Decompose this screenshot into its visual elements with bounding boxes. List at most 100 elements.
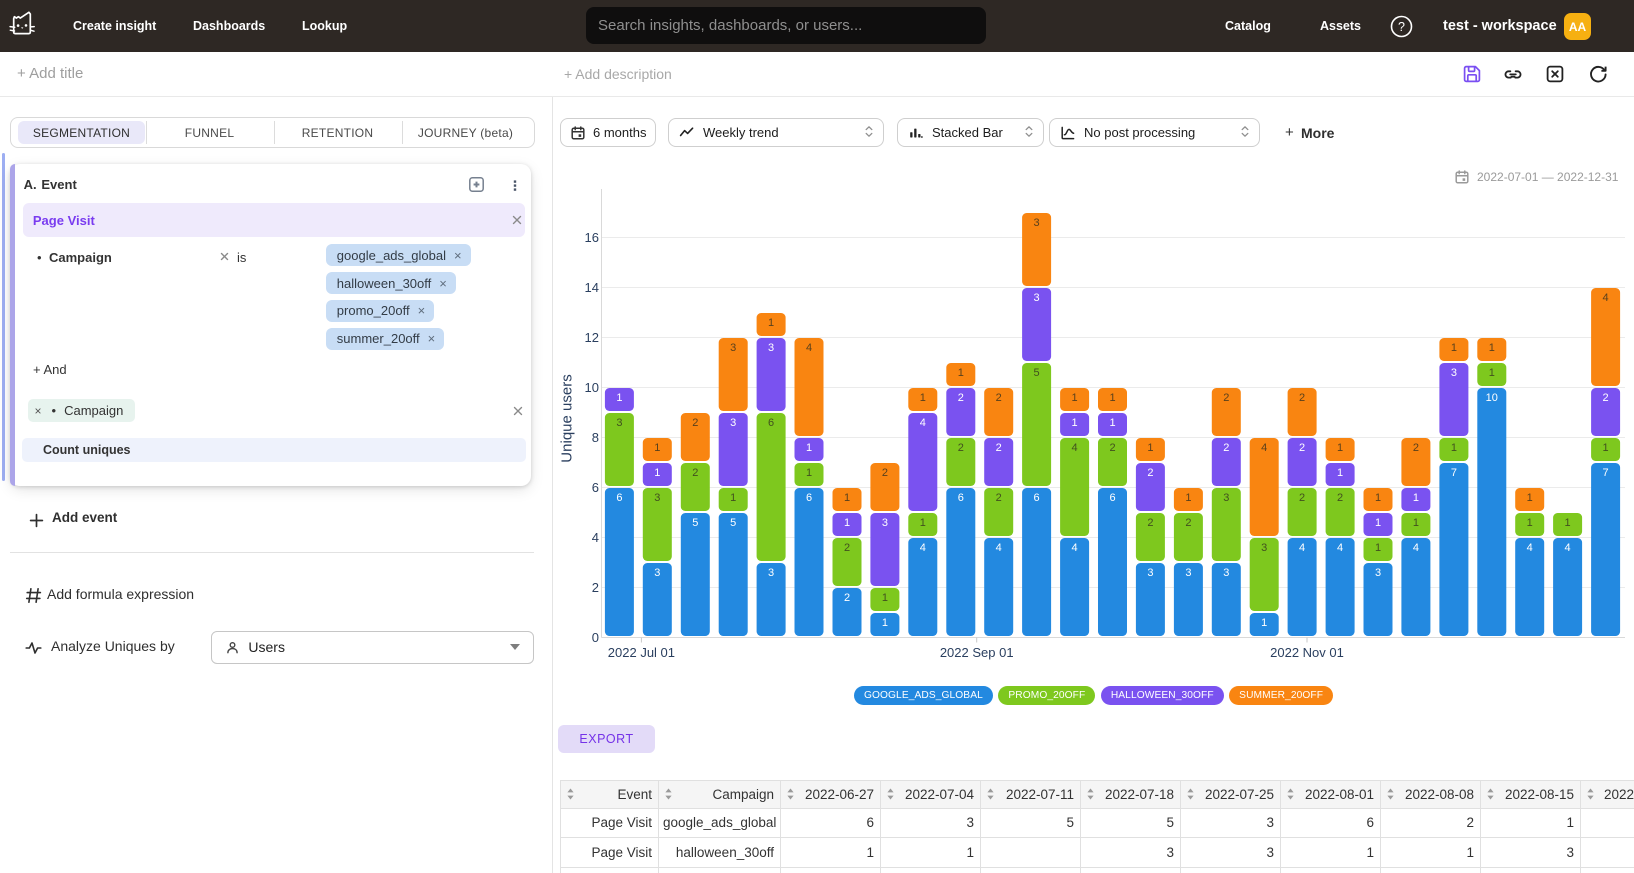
svg-text:1: 1 xyxy=(1072,392,1078,404)
svg-text:4: 4 xyxy=(592,530,599,545)
svg-text:1: 1 xyxy=(1375,517,1381,529)
svg-text:1: 1 xyxy=(1489,367,1495,379)
svg-text:2: 2 xyxy=(1223,392,1229,404)
svg-text:4: 4 xyxy=(1337,542,1343,554)
svg-text:3: 3 xyxy=(1223,492,1229,504)
svg-text:12: 12 xyxy=(585,330,599,345)
svg-text:1: 1 xyxy=(882,617,888,629)
svg-text:2: 2 xyxy=(996,442,1002,454)
svg-text:3: 3 xyxy=(1185,567,1191,579)
svg-text:10: 10 xyxy=(1486,392,1498,404)
svg-text:4: 4 xyxy=(1603,292,1609,304)
svg-text:4: 4 xyxy=(806,342,812,354)
svg-text:1: 1 xyxy=(1109,392,1115,404)
svg-text:1: 1 xyxy=(958,367,964,379)
svg-text:2: 2 xyxy=(996,492,1002,504)
svg-text:3: 3 xyxy=(654,492,660,504)
svg-text:1: 1 xyxy=(844,492,850,504)
svg-text:4: 4 xyxy=(1413,542,1419,554)
svg-text:2022 Jul 01: 2022 Jul 01 xyxy=(608,645,675,660)
svg-text:?: ? xyxy=(1398,20,1405,34)
svg-text:7: 7 xyxy=(1603,467,1609,479)
svg-text:3: 3 xyxy=(1147,567,1153,579)
svg-text:1: 1 xyxy=(844,517,850,529)
svg-text:1: 1 xyxy=(1413,492,1419,504)
svg-text:1: 1 xyxy=(1489,342,1495,354)
svg-text:6: 6 xyxy=(806,492,812,504)
svg-text:1: 1 xyxy=(730,492,736,504)
svg-text:2: 2 xyxy=(692,467,698,479)
svg-text:1: 1 xyxy=(806,467,812,479)
svg-text:5: 5 xyxy=(692,517,698,529)
svg-text:6: 6 xyxy=(1034,492,1040,504)
svg-text:1: 1 xyxy=(1337,467,1343,479)
svg-text:2: 2 xyxy=(592,580,599,595)
svg-text:2: 2 xyxy=(1299,492,1305,504)
svg-text:3: 3 xyxy=(1223,567,1229,579)
svg-text:6: 6 xyxy=(768,417,774,429)
svg-text:Unique users: Unique users xyxy=(559,374,576,462)
svg-text:1: 1 xyxy=(768,317,774,329)
svg-text:2: 2 xyxy=(1147,467,1153,479)
svg-text:1: 1 xyxy=(1603,442,1609,454)
svg-text:1: 1 xyxy=(920,392,926,404)
svg-text:2: 2 xyxy=(1185,517,1191,529)
svg-text:2: 2 xyxy=(1603,392,1609,404)
svg-text:1: 1 xyxy=(1565,517,1571,529)
svg-text:16: 16 xyxy=(585,230,599,245)
svg-text:1: 1 xyxy=(1185,492,1191,504)
svg-text:3: 3 xyxy=(730,342,736,354)
svg-text:4: 4 xyxy=(1261,442,1267,454)
svg-text:14: 14 xyxy=(585,280,599,295)
svg-text:1: 1 xyxy=(920,517,926,529)
svg-text:4: 4 xyxy=(920,417,926,429)
svg-text:4: 4 xyxy=(1072,542,1078,554)
svg-text:6: 6 xyxy=(592,480,599,495)
svg-text:3: 3 xyxy=(730,417,736,429)
svg-text:0: 0 xyxy=(592,630,599,645)
svg-text:1: 1 xyxy=(1413,517,1419,529)
svg-text:1: 1 xyxy=(1261,617,1267,629)
svg-text:2: 2 xyxy=(996,392,1002,404)
svg-text:1: 1 xyxy=(1147,442,1153,454)
svg-text:3: 3 xyxy=(1034,217,1040,229)
svg-text:1: 1 xyxy=(806,442,812,454)
svg-text:1: 1 xyxy=(1109,417,1115,429)
svg-text:5: 5 xyxy=(1034,367,1040,379)
svg-text:1: 1 xyxy=(616,392,622,404)
svg-text:2: 2 xyxy=(1109,442,1115,454)
svg-text:2: 2 xyxy=(844,592,850,604)
svg-text:2: 2 xyxy=(1299,392,1305,404)
svg-text:2: 2 xyxy=(882,467,888,479)
svg-text:4: 4 xyxy=(1072,442,1078,454)
svg-text:3: 3 xyxy=(768,567,774,579)
svg-text:3: 3 xyxy=(768,342,774,354)
svg-text:4: 4 xyxy=(1565,542,1571,554)
svg-text:1: 1 xyxy=(882,592,888,604)
svg-text:2: 2 xyxy=(1337,492,1343,504)
svg-text:1: 1 xyxy=(1451,342,1457,354)
svg-text:2022 Sep 01: 2022 Sep 01 xyxy=(940,645,1014,660)
svg-text:3: 3 xyxy=(1375,567,1381,579)
svg-text:1: 1 xyxy=(654,442,660,454)
svg-text:3: 3 xyxy=(882,517,888,529)
svg-text:4: 4 xyxy=(996,542,1002,554)
svg-text:1: 1 xyxy=(1072,417,1078,429)
svg-text:1: 1 xyxy=(1375,542,1381,554)
svg-text:10: 10 xyxy=(585,380,599,395)
svg-text:2: 2 xyxy=(1147,517,1153,529)
svg-text:4: 4 xyxy=(1527,542,1533,554)
svg-text:2022 Nov 01: 2022 Nov 01 xyxy=(1270,645,1344,660)
svg-text:1: 1 xyxy=(654,467,660,479)
svg-text:6: 6 xyxy=(958,492,964,504)
svg-text:6: 6 xyxy=(616,492,622,504)
svg-text:5: 5 xyxy=(730,517,736,529)
svg-text:8: 8 xyxy=(592,430,599,445)
svg-text:4: 4 xyxy=(1299,542,1305,554)
svg-text:3: 3 xyxy=(1451,367,1457,379)
svg-text:3: 3 xyxy=(1034,292,1040,304)
svg-text:3: 3 xyxy=(616,417,622,429)
svg-text:4: 4 xyxy=(920,542,926,554)
svg-text:1: 1 xyxy=(1451,442,1457,454)
svg-text:6: 6 xyxy=(1109,492,1115,504)
